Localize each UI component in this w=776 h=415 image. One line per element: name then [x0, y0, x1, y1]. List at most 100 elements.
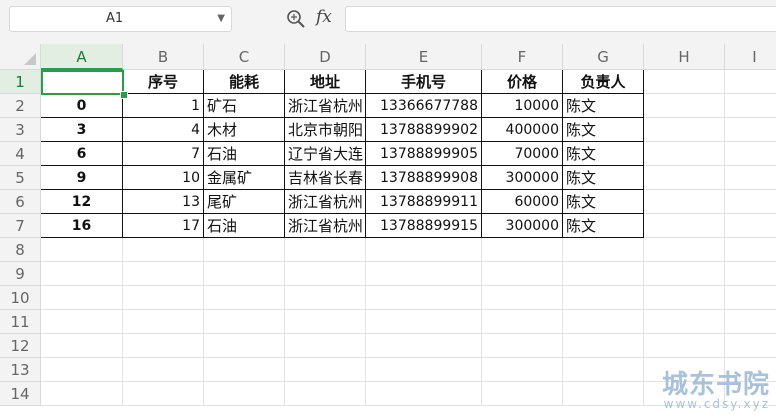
cell-c2[interactable]: 矿石 — [204, 94, 285, 118]
row-header-1[interactable]: 1 — [0, 70, 41, 94]
cell-h8[interactable] — [644, 238, 725, 262]
row-header-12[interactable]: 12 — [0, 334, 41, 358]
cell-h10[interactable] — [644, 286, 725, 310]
cell-d11[interactable] — [285, 310, 366, 334]
cell-i12[interactable] — [725, 334, 776, 358]
cell-b3[interactable]: 4 — [123, 118, 204, 142]
cell-d6[interactable]: 浙江省杭州 — [285, 190, 366, 214]
cell-i2[interactable] — [725, 94, 776, 118]
cell-h2[interactable] — [644, 94, 725, 118]
cell-e4[interactable]: 13788899905 — [366, 142, 482, 166]
column-header-f[interactable]: F — [482, 44, 563, 70]
cell-g14[interactable] — [563, 382, 644, 406]
cell-g2[interactable]: 陈文 — [563, 94, 644, 118]
cell-g5[interactable]: 陈文 — [563, 166, 644, 190]
cell-h7[interactable] — [644, 214, 725, 238]
cell-d9[interactable] — [285, 262, 366, 286]
cell-e3[interactable]: 13788899902 — [366, 118, 482, 142]
cell-d2[interactable]: 浙江省杭州 — [285, 94, 366, 118]
cell-i10[interactable] — [725, 286, 776, 310]
cell-f3[interactable]: 400000 — [482, 118, 563, 142]
cell-d1[interactable]: 地址 — [285, 70, 366, 94]
cell-e10[interactable] — [366, 286, 482, 310]
cell-f13[interactable] — [482, 358, 563, 382]
cell-a11[interactable] — [41, 310, 123, 334]
cell-c11[interactable] — [204, 310, 285, 334]
column-header-e[interactable]: E — [366, 44, 482, 70]
fx-icon[interactable]: fx — [316, 7, 332, 27]
cell-i4[interactable] — [725, 142, 776, 166]
cell-c8[interactable] — [204, 238, 285, 262]
fill-handle[interactable] — [120, 91, 128, 99]
cell-c6[interactable]: 尾矿 — [204, 190, 285, 214]
cell-f14[interactable] — [482, 382, 563, 406]
row-header-6[interactable]: 6 — [0, 190, 41, 214]
cell-d4[interactable]: 辽宁省大连 — [285, 142, 366, 166]
name-box[interactable]: A1 ▼ — [9, 6, 232, 32]
cell-c5[interactable]: 金属矿 — [204, 166, 285, 190]
cell-i9[interactable] — [725, 262, 776, 286]
cell-d14[interactable] — [285, 382, 366, 406]
chevron-down-icon[interactable]: ▼ — [217, 7, 225, 31]
cell-c12[interactable] — [204, 334, 285, 358]
zoom-icon[interactable] — [286, 9, 306, 29]
cell-f5[interactable]: 300000 — [482, 166, 563, 190]
cell-g9[interactable] — [563, 262, 644, 286]
cell-b12[interactable] — [123, 334, 204, 358]
cell-h5[interactable] — [644, 166, 725, 190]
cell-c3[interactable]: 木材 — [204, 118, 285, 142]
cell-f7[interactable]: 300000 — [482, 214, 563, 238]
cell-b11[interactable] — [123, 310, 204, 334]
cell-f8[interactable] — [482, 238, 563, 262]
cell-e8[interactable] — [366, 238, 482, 262]
cell-g12[interactable] — [563, 334, 644, 358]
cell-a1[interactable] — [41, 70, 123, 94]
cell-c1[interactable]: 能耗 — [204, 70, 285, 94]
cell-h6[interactable] — [644, 190, 725, 214]
row-header-2[interactable]: 2 — [0, 94, 41, 118]
cell-g1[interactable]: 负责人 — [563, 70, 644, 94]
cell-e2[interactable]: 13366677788 — [366, 94, 482, 118]
cell-h3[interactable] — [644, 118, 725, 142]
cell-b14[interactable] — [123, 382, 204, 406]
cell-d10[interactable] — [285, 286, 366, 310]
cell-f11[interactable] — [482, 310, 563, 334]
cell-b6[interactable]: 13 — [123, 190, 204, 214]
cell-f2[interactable]: 10000 — [482, 94, 563, 118]
row-header-8[interactable]: 8 — [0, 238, 41, 262]
cell-a8[interactable] — [41, 238, 123, 262]
cell-a9[interactable] — [41, 262, 123, 286]
column-header-a[interactable]: A — [41, 44, 123, 70]
cell-g6[interactable]: 陈文 — [563, 190, 644, 214]
row-header-3[interactable]: 3 — [0, 118, 41, 142]
row-header-4[interactable]: 4 — [0, 142, 41, 166]
cell-f12[interactable] — [482, 334, 563, 358]
cell-g10[interactable] — [563, 286, 644, 310]
cell-a12[interactable] — [41, 334, 123, 358]
cell-f1[interactable]: 价格 — [482, 70, 563, 94]
cell-a14[interactable] — [41, 382, 123, 406]
cell-d7[interactable]: 浙江省杭州 — [285, 214, 366, 238]
cell-d8[interactable] — [285, 238, 366, 262]
cell-b10[interactable] — [123, 286, 204, 310]
cell-e13[interactable] — [366, 358, 482, 382]
cell-d3[interactable]: 北京市朝阳 — [285, 118, 366, 142]
cell-a6[interactable]: 12 — [41, 190, 123, 214]
cell-i1[interactable] — [725, 70, 776, 94]
row-header-14[interactable]: 14 — [0, 382, 41, 406]
row-header-9[interactable]: 9 — [0, 262, 41, 286]
cell-c4[interactable]: 石油 — [204, 142, 285, 166]
cell-h11[interactable] — [644, 310, 725, 334]
select-all-corner[interactable] — [0, 44, 41, 70]
cell-g11[interactable] — [563, 310, 644, 334]
cell-c7[interactable]: 石油 — [204, 214, 285, 238]
column-header-g[interactable]: G — [563, 44, 644, 70]
cell-e7[interactable]: 13788899915 — [366, 214, 482, 238]
cell-a2[interactable]: 0 — [41, 94, 123, 118]
cell-g8[interactable] — [563, 238, 644, 262]
cell-g7[interactable]: 陈文 — [563, 214, 644, 238]
row-header-7[interactable]: 7 — [0, 214, 41, 238]
cell-f10[interactable] — [482, 286, 563, 310]
cell-b4[interactable]: 7 — [123, 142, 204, 166]
row-header-5[interactable]: 5 — [0, 166, 41, 190]
